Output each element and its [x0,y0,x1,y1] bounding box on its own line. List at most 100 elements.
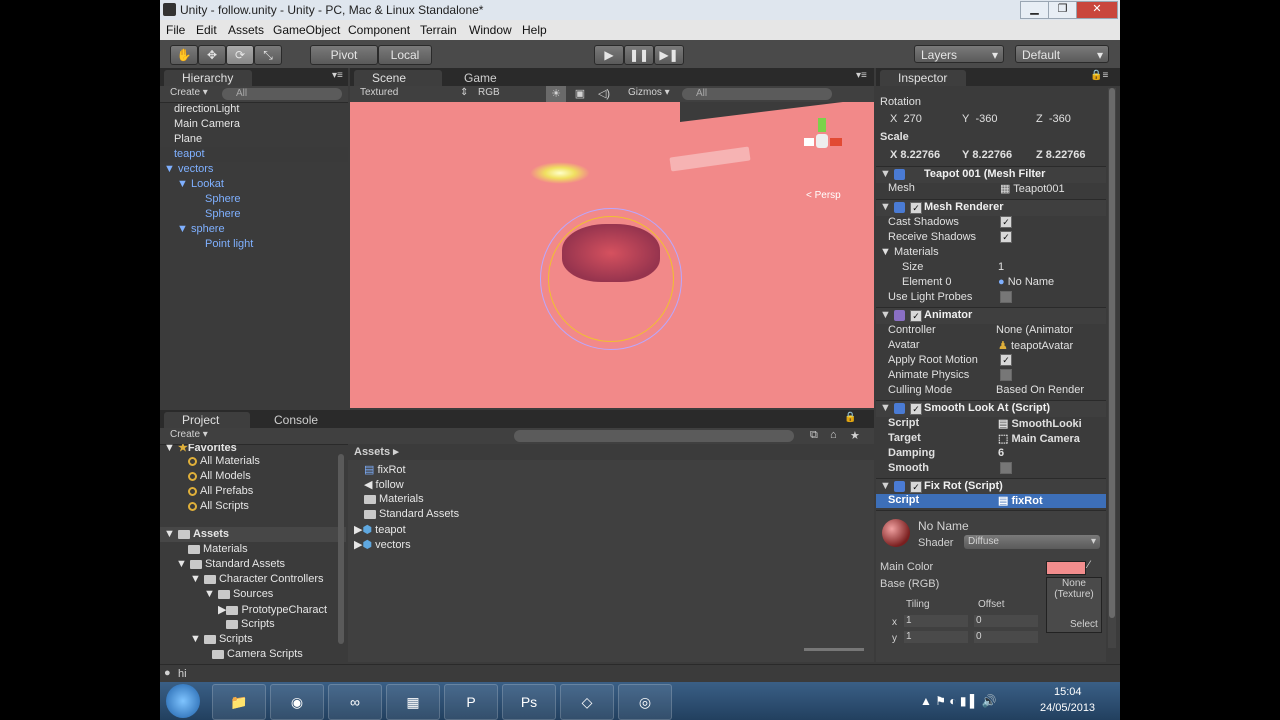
mesh-renderer-enabled-checkbox[interactable]: ✓ [910,202,922,214]
file-item[interactable]: ▶⬢ teapot [354,523,406,536]
step-button[interactable]: ▶❚ [654,45,684,65]
smooth-checkbox[interactable] [1000,462,1012,474]
menu-help[interactable]: Help [522,20,547,40]
scale-tool-icon[interactable]: ⤡ [254,45,282,65]
tree-item[interactable]: ▼ Scripts [190,633,253,645]
gizmos-dropdown[interactable]: Gizmos ▾ [628,87,670,98]
menu-gameobject[interactable]: GameObject [273,20,340,40]
image-effects-icon[interactable]: ▣ [570,86,590,102]
explorer-icon[interactable]: 📁 [212,684,266,720]
tab-hierarchy[interactable]: Hierarchy [164,70,252,86]
menu-file[interactable]: File [166,20,185,40]
tree-scrollbar[interactable] [338,454,344,644]
damping-field[interactable]: 6 [998,447,1004,459]
favorite-star-icon[interactable]: ★ [850,429,860,442]
mesh-field[interactable]: ▦ Teapot001 [1000,182,1065,195]
file-item[interactable]: Standard Assets [364,508,459,520]
start-button[interactable] [166,684,200,718]
hierarchy-item[interactable]: Sphere [205,193,240,205]
menu-assets[interactable]: Assets [228,20,264,40]
scene-search-input[interactable]: All [682,88,832,100]
lock-icon[interactable]: 🔒 [844,412,856,423]
tiling-y-field[interactable]: 1 [904,631,968,643]
tree-item[interactable]: Scripts [226,618,275,630]
favorites-header[interactable]: ▼ ★Favorites [164,444,237,454]
move-tool-icon[interactable]: ✥ [198,45,226,65]
maximize-button[interactable]: ❐ [1048,1,1077,19]
mesh-renderer-header[interactable]: ▼ ✓ Mesh Renderer [876,199,1106,216]
layers-dropdown[interactable]: Layers ▾ [914,45,1004,63]
receive-shadows-checkbox[interactable]: ✓ [1000,231,1012,243]
hierarchy-item[interactable]: ▼ Lookat [177,178,224,190]
project-create-button[interactable]: Create ▾ [170,429,208,440]
icon-size-slider[interactable] [804,648,864,651]
size-value[interactable]: 1 [998,261,1004,273]
main-color-swatch[interactable] [1046,561,1086,575]
lighting-toggle-icon[interactable]: ☀ [546,86,566,102]
filter-label-icon[interactable]: ⌂ [830,429,837,441]
smooth-script-field[interactable]: ▤ SmoothLooki [998,417,1082,430]
task-manager-icon[interactable]: ▦ [386,684,440,720]
file-item[interactable]: ▤ fixRot [364,463,406,476]
target-field[interactable]: ⬚ Main Camera [998,432,1080,445]
tree-item[interactable]: Materials [188,543,248,555]
tab-game[interactable]: Game [446,70,516,86]
local-toggle[interactable]: Local [378,45,432,65]
tree-item[interactable]: ▼ Sources [204,588,273,600]
tiling-x-field[interactable]: 1 [904,615,968,627]
breadcrumb[interactable]: Assets ▸ [354,445,399,458]
menu-component[interactable]: Component [348,20,410,40]
menu-edit[interactable]: Edit [196,20,217,40]
chrome-icon[interactable]: ◉ [270,684,324,720]
tab-scene[interactable]: Scene [354,70,442,86]
assets-root[interactable]: ▼ Assets [164,528,229,540]
hierarchy-item[interactable]: teapot [174,148,205,160]
scale-y-field[interactable]: Y 8.22766 [962,149,1012,161]
scale-z-field[interactable]: Z 8.22766 [1036,149,1086,161]
layout-dropdown[interactable]: Default ▾ [1015,45,1109,63]
menu-window[interactable]: Window [469,20,512,40]
project-search-input[interactable] [514,430,794,442]
culling-mode-dropdown[interactable]: Based On Render [996,384,1084,396]
minimize-button[interactable]: ▁ [1020,1,1049,19]
panel-menu-icon[interactable]: ▾≡ [332,70,343,81]
mesh-filter-header[interactable]: ▼ Teapot 001 (Mesh Filter [876,166,1106,183]
animator-header[interactable]: ▼ ✓ Animator [876,307,1106,324]
texture-select-button[interactable]: Select [1070,619,1098,630]
materials-foldout[interactable]: ▼ Materials [880,246,939,258]
hierarchy-item[interactable]: Sphere [205,208,240,220]
tree-item[interactable]: ▼ Standard Assets [176,558,285,570]
fix-rot-header[interactable]: ▼ ✓ Fix Rot (Script) [876,478,1106,495]
menu-terrain[interactable]: Terrain [420,20,457,40]
apply-root-motion-checkbox[interactable]: ✓ [1000,354,1012,366]
color-mode-dropdown[interactable]: RGB [478,87,500,98]
rotation-z-field[interactable]: Z -360 [1036,113,1071,125]
use-light-probes-checkbox[interactable] [1000,291,1012,303]
inspector-scrollbar-thumb[interactable] [1109,88,1115,618]
render-mode-dropdown[interactable]: Textured [360,87,398,98]
close-button[interactable]: ✕ [1076,1,1118,19]
file-item[interactable]: ◀ follow [364,478,404,491]
hierarchy-item[interactable]: ▼ vectors [164,163,213,175]
rotate-tool-icon[interactable]: ⟳ [226,45,254,65]
hierarchy-create-button[interactable]: Create ▾ [170,87,208,98]
avatar-field[interactable]: ♟ teapotAvatar [998,339,1073,352]
cast-shadows-checkbox[interactable]: ✓ [1000,216,1012,228]
smooth-look-at-enabled-checkbox[interactable]: ✓ [910,403,922,415]
pause-button[interactable]: ❚❚ [624,45,654,65]
favorite-item[interactable]: All Prefabs [188,485,253,497]
smooth-look-at-header[interactable]: ▼ ✓ Smooth Look At (Script) [876,400,1106,417]
scale-x-field[interactable]: X 8.22766 [890,149,940,161]
animate-physics-checkbox[interactable] [1000,369,1012,381]
eyedropper-icon[interactable]: ⁄ [1088,559,1090,571]
tree-item[interactable]: ▼ Character Controllers [190,573,324,585]
favorite-item[interactable]: All Scripts [188,500,249,512]
hand-tool-icon[interactable]: ✋ [170,45,198,65]
tray-icons[interactable]: ▲ ⚑ ◐ ▮ ▌ 🔊 [920,694,997,708]
filter-type-icon[interactable]: ⧉ [810,429,818,442]
hierarchy-item[interactable]: Plane [174,133,202,145]
tab-project[interactable]: Project [164,412,250,428]
tab-console[interactable]: Console [256,412,336,428]
favorite-item[interactable]: All Models [188,470,251,482]
shader-dropdown[interactable]: Diffuse ▾ [964,535,1100,549]
